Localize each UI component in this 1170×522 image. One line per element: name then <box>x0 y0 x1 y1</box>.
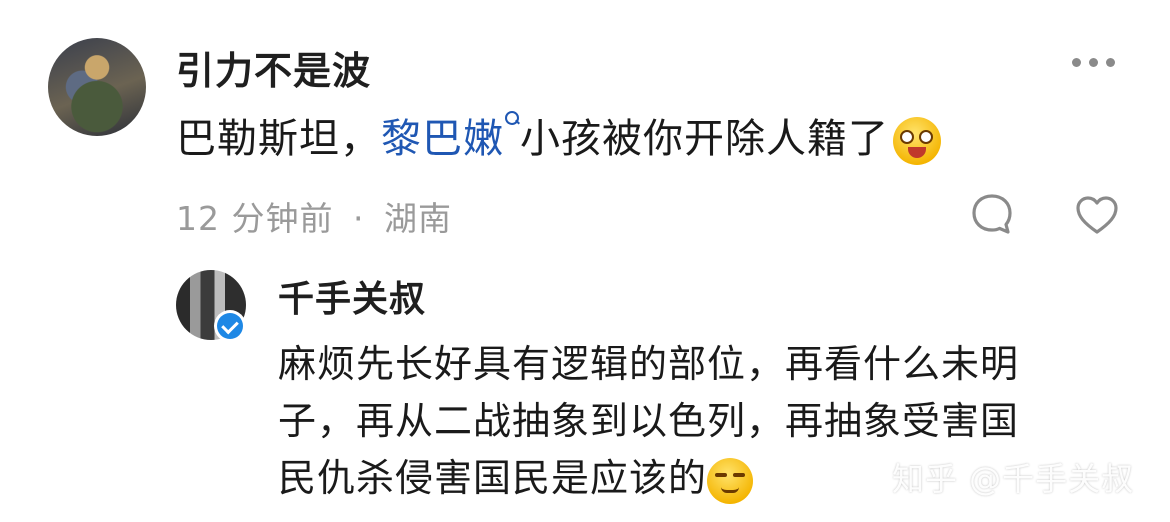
username[interactable]: 引力不是波 <box>176 40 371 95</box>
location: 湖南 <box>383 199 452 238</box>
keyword-link[interactable]: 黎巴嫩 <box>381 116 504 162</box>
comment-text-end: 小孩被你开除人籍了 <box>520 116 889 162</box>
comment-text: 巴勒斯坦，黎巴嫩 小孩被你开除人籍了 <box>176 106 941 165</box>
reply-text-line: 民仇杀侵害国民是应该的 <box>278 456 708 500</box>
comment-text-start: 巴勒斯坦， <box>176 116 381 162</box>
search-icon[interactable] <box>504 110 520 128</box>
verified-badge-icon <box>214 310 246 342</box>
reply-username[interactable]: 千手关叔 <box>278 270 426 322</box>
reply-bubble-icon[interactable] <box>970 192 1014 236</box>
watermark: 知乎 @千手关叔 <box>892 460 1135 498</box>
heart-icon[interactable] <box>1074 194 1120 236</box>
avatar[interactable] <box>48 38 146 136</box>
reply-text-line: 子，再从二战抽象到以色列，再抽象受害国 <box>278 399 1020 443</box>
smirk-face-emoji-icon <box>707 457 754 504</box>
comment-meta: 12 分钟前 · 湖南 <box>176 192 452 240</box>
timestamp: 12 分钟前 <box>176 199 334 238</box>
drooling-face-emoji-icon <box>893 117 941 165</box>
meta-separator: · <box>352 199 365 238</box>
reply-text-line: 麻烦先长好具有逻辑的部位，再看什么未明 <box>278 342 1020 386</box>
more-icon[interactable] <box>1072 58 1116 68</box>
